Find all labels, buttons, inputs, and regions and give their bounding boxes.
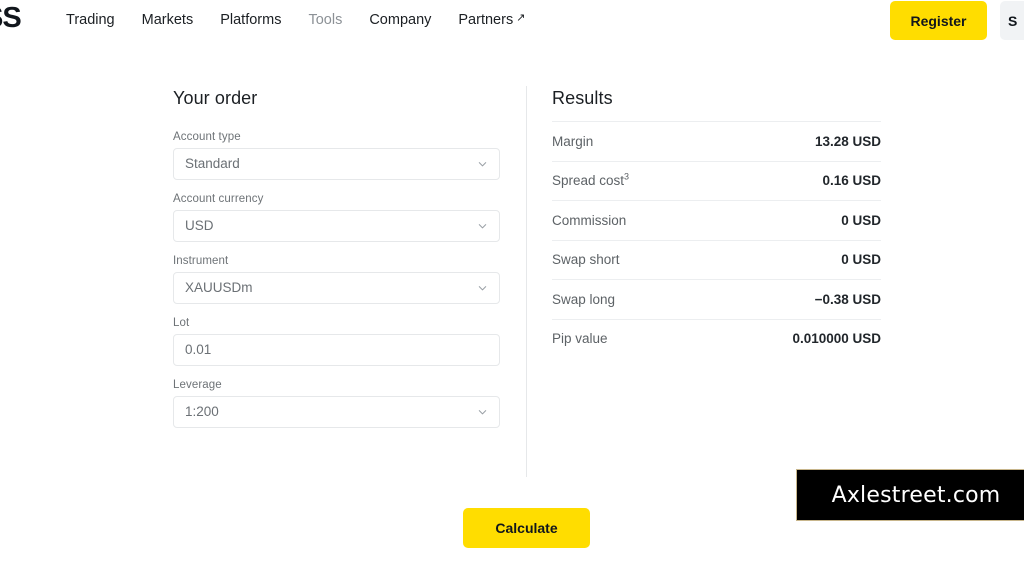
- result-value: 0.16 USD: [822, 173, 881, 189]
- field-value: XAUUSDm: [185, 280, 253, 296]
- result-row-pip-value: Pip value 0.010000 USD: [552, 318, 881, 359]
- result-label-footnote: 3: [624, 171, 630, 182]
- nav-item-trading[interactable]: Trading: [66, 12, 115, 28]
- nav-item-label: Tools: [308, 12, 343, 28]
- result-label: Spread cost3: [552, 171, 630, 189]
- result-row-commission: Commission 0 USD: [552, 200, 881, 240]
- chevron-down-icon: [478, 410, 487, 415]
- results-title: Results: [552, 88, 613, 108]
- nav-item-label: Markets: [141, 12, 194, 28]
- result-value: 13.28 USD: [814, 133, 881, 149]
- field-leverage: Leverage 1:200: [173, 379, 500, 428]
- field-label: Account type: [173, 131, 241, 143]
- nav-item-platforms[interactable]: Platforms: [220, 12, 281, 28]
- watermark-overlay: Axlestreet.com: [796, 469, 1024, 521]
- nav-item-company[interactable]: Company: [369, 12, 431, 28]
- field-value: 0.01: [185, 342, 212, 358]
- field-label: Lot: [173, 317, 190, 329]
- external-link-icon: ↗: [516, 11, 526, 24]
- nav-item-tools[interactable]: Tools: [308, 12, 342, 28]
- result-row-spread-cost: Spread cost3 0.16 USD: [552, 160, 881, 201]
- field-lot: Lot 0.01: [173, 317, 500, 366]
- instrument-select[interactable]: XAUUSDm: [173, 272, 500, 304]
- result-label: Margin: [552, 133, 594, 149]
- nav-item-label: Company: [369, 12, 432, 28]
- result-row-swap-long: Swap long −0.38 USD: [552, 279, 881, 319]
- field-label: Account currency: [173, 193, 264, 205]
- leverage-select[interactable]: 1:200: [173, 396, 500, 428]
- nav-item-markets[interactable]: Markets: [142, 12, 194, 28]
- result-value: 0 USD: [841, 212, 881, 228]
- result-row-swap-short: Swap short 0 USD: [552, 239, 881, 280]
- lot-input[interactable]: 0.01: [173, 334, 500, 366]
- chevron-down-icon: [478, 224, 487, 229]
- your-order-panel: Your order Account type Standard Account…: [173, 88, 500, 441]
- result-label: Pip value: [552, 331, 608, 347]
- nav-item-partners[interactable]: Partners ↗: [458, 12, 525, 28]
- result-row-margin: Margin 13.28 USD: [552, 121, 881, 161]
- calculate-button[interactable]: Calculate: [463, 508, 590, 548]
- watermark-text: Axlestreet.com: [831, 482, 1001, 508]
- field-value: USD: [185, 218, 214, 234]
- site-logo[interactable]: SS: [0, 2, 22, 35]
- results-panel: Results Margin 13.28 USD Spread cost3 0.…: [552, 88, 881, 358]
- field-instrument: Instrument XAUUSDm: [173, 255, 500, 304]
- chevron-down-icon: [478, 286, 487, 291]
- nav-item-label: Partners: [458, 12, 514, 28]
- result-value: 0.010000 USD: [792, 331, 881, 347]
- field-label: Instrument: [173, 255, 229, 267]
- site-header: SS Trading Markets Platforms Tools Compa…: [0, 0, 1024, 40]
- result-value: 0 USD: [841, 252, 881, 268]
- result-label-text: Spread cost: [552, 173, 625, 189]
- main-navigation: Trading Markets Platforms Tools Company …: [66, 0, 525, 40]
- result-value: −0.38 USD: [814, 291, 881, 307]
- nav-item-label: Trading: [66, 12, 115, 28]
- result-label: Swap long: [552, 291, 616, 307]
- field-value: 1:200: [185, 404, 219, 420]
- account-currency-select[interactable]: USD: [173, 210, 500, 242]
- result-label: Commission: [552, 212, 627, 228]
- chevron-down-icon: [478, 162, 487, 167]
- field-value: Standard: [185, 156, 240, 172]
- field-account-currency: Account currency USD: [173, 193, 500, 242]
- field-label: Leverage: [173, 379, 222, 391]
- result-label: Swap short: [552, 252, 620, 268]
- your-order-title: Your order: [173, 88, 258, 108]
- field-account-type: Account type Standard: [173, 131, 500, 180]
- panel-divider: [526, 86, 527, 477]
- secondary-header-button[interactable]: S: [1000, 1, 1024, 40]
- register-button[interactable]: Register: [890, 1, 987, 40]
- account-type-select[interactable]: Standard: [173, 148, 500, 180]
- nav-item-label: Platforms: [220, 12, 282, 28]
